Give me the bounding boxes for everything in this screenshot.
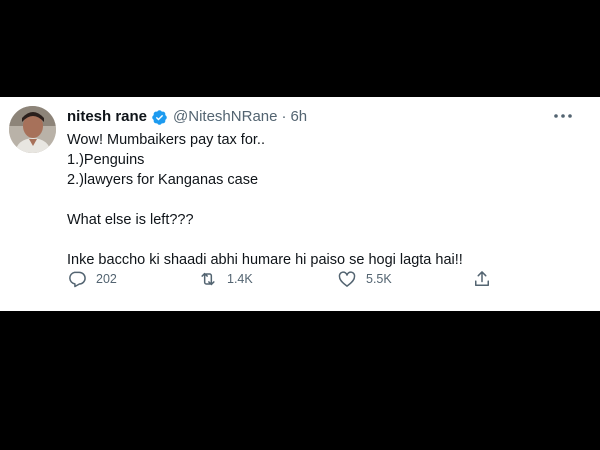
author-handle[interactable]: @NiteshNRane <box>173 108 277 126</box>
tweet-text: Wow! Mumbaikers pay tax for.. 1.)Penguin… <box>67 130 567 270</box>
share-icon <box>475 271 489 286</box>
more-dots-icon[interactable] <box>552 107 574 125</box>
tweet-text-line: 2.)lawyers for Kanganas case <box>67 172 259 188</box>
reply-icon <box>69 271 86 288</box>
retweet-icon <box>201 272 215 286</box>
tweet-card[interactable]: nitesh rane @NiteshNRane · 6h Wow! Mumba… <box>0 97 600 311</box>
retweet-button[interactable]: 1.4K <box>198 269 253 289</box>
verified-badge-icon <box>152 109 167 125</box>
avatar-photo <box>9 106 56 153</box>
tweet-text-line: Wow! Mumbaikers pay tax for.. <box>67 132 265 148</box>
reply-count: 202 <box>96 272 117 286</box>
heart-icon <box>338 271 356 287</box>
tweet-text-line: Inke baccho ki shaadi abhi humare hi pai… <box>67 252 463 268</box>
retweet-count: 1.4K <box>227 272 253 286</box>
like-button[interactable]: 5.5K <box>337 269 392 289</box>
tweet-actions: 202 1.4K 5.5K <box>67 269 507 291</box>
share-button[interactable] <box>472 269 501 289</box>
avatar[interactable] <box>9 106 56 153</box>
author-name[interactable]: nitesh rane <box>67 108 147 126</box>
like-count: 5.5K <box>366 272 392 286</box>
tweet-text-line: What else is left??? <box>67 212 194 228</box>
separator-dot: · <box>281 108 287 125</box>
tweet-time[interactable]: 6h <box>290 108 307 126</box>
reply-button[interactable]: 202 <box>67 269 117 289</box>
tweet-header: nitesh rane @NiteshNRane · 6h <box>67 108 307 126</box>
tweet-text-line: 1.)Penguins <box>67 152 145 168</box>
